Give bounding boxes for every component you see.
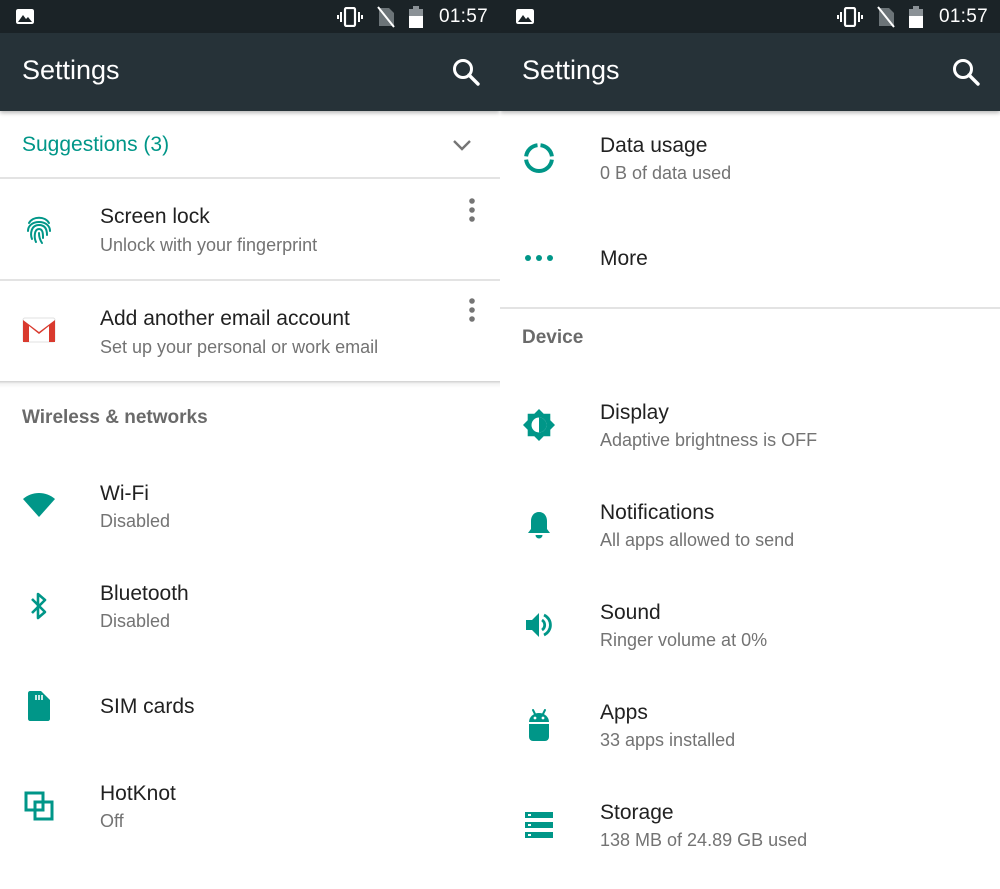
vibrate-icon [836,6,863,27]
image-notification-icon [516,9,534,24]
suggestion-summary: Set up your personal or work email [100,337,379,357]
suggestions-label: Suggestions (3) [22,133,170,156]
settings-item-summary: Disabled [100,511,171,531]
search-icon[interactable] [950,56,982,88]
status-bar: 01:57 [500,0,1000,33]
settings-item-sound[interactable]: Sound Ringer volume at 0% [500,576,1000,676]
settings-item-summary: Ringer volume at 0% [600,630,768,650]
suggestions-header[interactable]: Suggestions (3) [0,111,500,178]
settings-item-more[interactable]: More [500,211,1000,307]
settings-item-summary: Off [100,811,124,831]
no-sim-icon [377,5,395,28]
android-icon [522,708,556,742]
no-sim-icon [877,5,895,28]
settings-item-notifications[interactable]: Notifications All apps allowed to send [500,476,1000,576]
settings-item-title: Apps [600,701,648,724]
settings-item-title: Storage [600,801,674,824]
bluetooth-icon [22,589,56,623]
battery-icon [408,5,423,28]
vibrate-icon [336,6,363,27]
divider [0,381,500,388]
volume-icon [522,608,556,642]
settings-item-wifi[interactable]: Wi-Fi Disabled [0,457,500,557]
page-title: Settings [22,55,120,85]
hotknot-icon [22,789,56,823]
gmail-icon [22,313,56,347]
settings-item-title: Notifications [600,501,715,524]
settings-item-display[interactable]: Display Adaptive brightness is OFF [500,376,1000,476]
settings-screen-left: 01:57 Settings Suggestions (3) Screen lo… [0,0,500,889]
toolbar: Settings [500,33,1000,111]
wifi-icon [22,487,56,521]
settings-item-title: More [600,247,648,270]
status-clock: 01:57 [438,5,488,27]
chevron-down-icon[interactable] [452,138,472,152]
suggestion-title: Screen lock [100,205,210,228]
settings-item-summary: 138 MB of 24.89 GB used [600,830,808,850]
toolbar: Settings [0,33,500,111]
category-header: Device [522,327,584,348]
suggestion-item-add-email[interactable]: Add another email account Set up your pe… [0,281,500,381]
data-usage-icon [522,141,556,175]
settings-item-data-usage[interactable]: Data usage 0 B of data used [500,111,1000,211]
status-bar: 01:57 [0,0,500,33]
settings-item-title: Bluetooth [100,582,189,605]
image-notification-icon [16,9,34,24]
page-title: Settings [522,55,620,85]
storage-icon [522,808,556,842]
settings-item-title: Data usage [600,134,708,157]
settings-item-summary: Disabled [100,611,171,631]
settings-item-title: Display [600,401,669,424]
settings-item-title: SIM cards [100,695,195,718]
settings-item-summary: 0 B of data used [600,163,732,183]
search-icon[interactable] [450,56,482,88]
more-vert-icon[interactable] [464,195,480,227]
settings-item-summary: All apps allowed to send [600,530,795,550]
settings-item-sim-cards[interactable]: SIM cards [0,657,500,757]
fingerprint-icon [22,213,56,247]
settings-screen-right: 01:57 Settings Data usage 0 B of data us… [500,0,1000,889]
more-horiz-icon [522,241,556,275]
settings-item-summary: 33 apps installed [600,730,736,750]
suggestion-summary: Unlock with your fingerprint [100,235,318,255]
divider [500,307,1000,309]
settings-item-apps[interactable]: Apps 33 apps installed [500,676,1000,776]
settings-item-hotknot[interactable]: HotKnot Off [0,757,500,857]
brightness-icon [522,408,556,442]
settings-item-title: Sound [600,601,661,624]
suggestion-item-screen-lock[interactable]: Screen lock Unlock with your fingerprint [0,179,500,279]
sim-card-icon [22,689,56,723]
battery-icon [908,5,923,28]
suggestion-title: Add another email account [100,307,350,330]
settings-item-title: Wi-Fi [100,482,149,505]
settings-item-bluetooth[interactable]: Bluetooth Disabled [0,557,500,657]
more-vert-icon[interactable] [464,295,480,327]
status-clock: 01:57 [938,5,988,27]
bell-icon [522,508,556,542]
category-header: Wireless & networks [22,407,208,428]
settings-item-summary: Adaptive brightness is OFF [600,430,818,450]
settings-item-title: HotKnot [100,782,176,805]
settings-item-storage[interactable]: Storage 138 MB of 24.89 GB used [500,776,1000,876]
